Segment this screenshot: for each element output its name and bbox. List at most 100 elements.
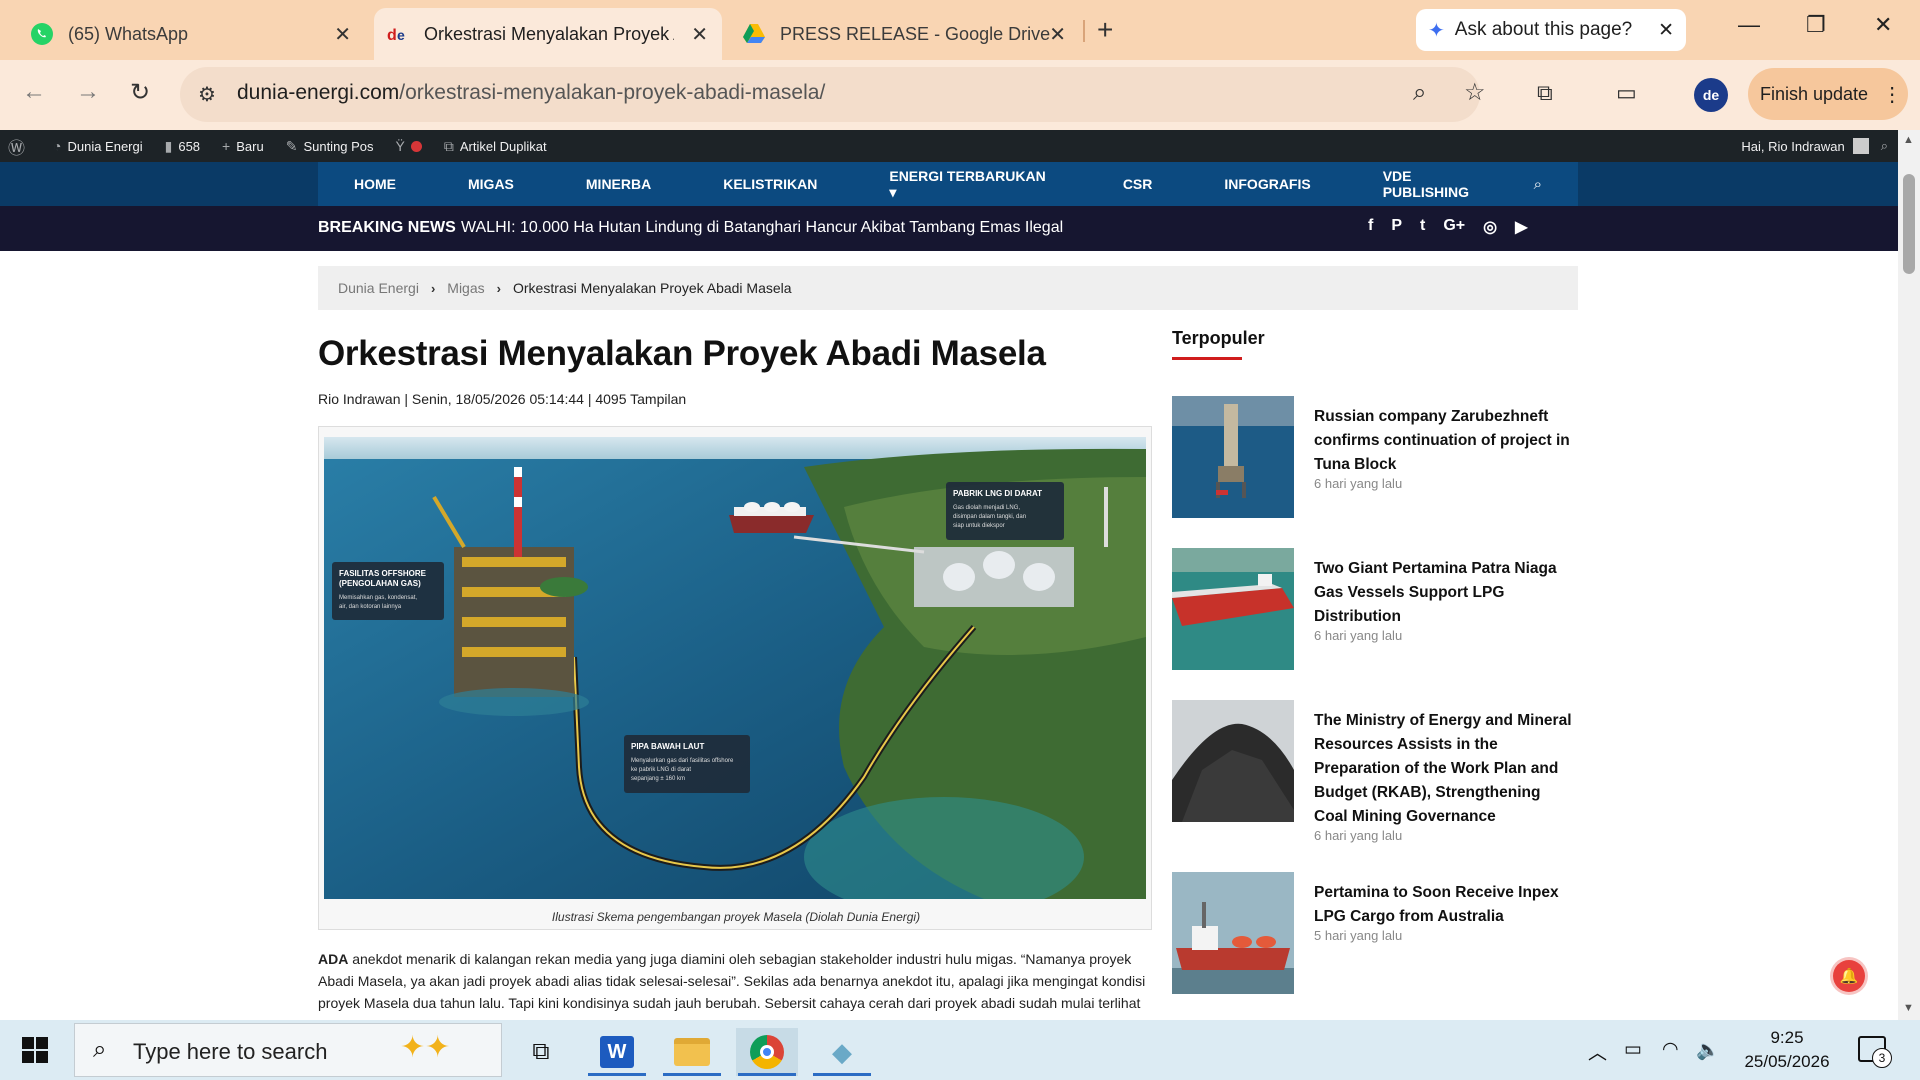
- wp-seo-link[interactable]: Ÿ: [396, 138, 422, 154]
- chevron-right-icon: ›: [496, 280, 501, 296]
- bookmark-star-icon[interactable]: ☆: [1464, 78, 1486, 107]
- notification-count: 3: [1872, 1048, 1892, 1068]
- notification-bell-icon[interactable]: 🔔: [1833, 960, 1865, 992]
- restore-button[interactable]: ❐: [1806, 12, 1826, 38]
- taskbar-app[interactable]: ◆: [811, 1028, 873, 1076]
- extensions-icon[interactable]: ⧉: [1537, 80, 1553, 106]
- lng-label-title: PABRIK LNG DI DARAT: [953, 489, 1042, 498]
- wp-site-link[interactable]: ◔ Dunia Energi: [53, 138, 143, 154]
- article-paragraph: anekdot menarik di kalangan rekan media …: [318, 951, 1146, 1011]
- page-scrollbar[interactable]: ▲ ▼: [1898, 130, 1920, 1020]
- close-tab-icon[interactable]: ✕: [691, 22, 708, 47]
- wifi-icon[interactable]: ◠: [1662, 1038, 1679, 1061]
- nav-energi-terbarukan[interactable]: ENERGI TERBARUKAN ▾: [853, 168, 1086, 201]
- minimize-button[interactable]: —: [1738, 12, 1760, 38]
- nav-minerba[interactable]: MINERBA: [550, 176, 687, 192]
- breadcrumb-home[interactable]: Dunia Energi: [338, 280, 419, 296]
- instagram-icon[interactable]: ◎: [1483, 217, 1497, 237]
- action-center-button[interactable]: 3: [1858, 1036, 1892, 1068]
- thumbnail-lpg-ship[interactable]: [1172, 872, 1294, 994]
- finish-update-button[interactable]: Finish update ⋮: [1748, 68, 1908, 120]
- thumbnail-coal[interactable]: [1172, 700, 1294, 822]
- scroll-down-icon[interactable]: ▼: [1903, 1002, 1914, 1014]
- facebook-icon[interactable]: f: [1368, 217, 1373, 237]
- profile-avatar[interactable]: de: [1694, 78, 1728, 112]
- nav-home[interactable]: HOME: [318, 176, 432, 192]
- wp-search-icon[interactable]: ⌕: [1881, 138, 1888, 154]
- windows-taskbar: ⌕ Type here to search ✦✦ ⧉ W ◆ ︿ ▭ ◠ 🔈 9…: [0, 1020, 1920, 1080]
- search-icon: ⌕: [93, 1036, 107, 1063]
- web-page: Ⓦ ◔ Dunia Energi ▮ 658 + Baru ✎ Sunting Pos …: [0, 130, 1898, 1020]
- tab-article[interactable]: de Orkestrasi Menyalakan Proyek A ✕: [374, 8, 722, 60]
- nav-kelistrikan[interactable]: KELISTRIKAN: [687, 176, 853, 192]
- title-underline: [1172, 357, 1242, 360]
- popular-item-title[interactable]: Pertamina to Soon Receive Inpex LPG Carg…: [1314, 881, 1578, 929]
- wp-new-label: Baru: [236, 138, 264, 154]
- popular-item-title[interactable]: Two Giant Pertamina Patra Niaga Gas Vess…: [1314, 557, 1578, 629]
- nav-csr[interactable]: CSR: [1087, 176, 1189, 192]
- tab-whatsapp[interactable]: (65) WhatsApp ✕: [10, 8, 365, 60]
- wp-comments-link[interactable]: ▮ 658: [165, 138, 200, 155]
- article: Orkestrasi Menyalakan Proyek Abadi Masel…: [318, 326, 1152, 1011]
- system-clock[interactable]: 9:25 25/05/2026: [1732, 1026, 1842, 1074]
- zoom-icon[interactable]: ⌕: [1413, 79, 1426, 107]
- nav-infografis[interactable]: INFOGRAFIS: [1188, 176, 1346, 192]
- dunia-energi-favicon: de: [386, 22, 410, 46]
- back-button[interactable]: ←: [22, 78, 46, 106]
- close-tab-icon[interactable]: ✕: [1049, 22, 1066, 47]
- thumbnail-gas-vessel[interactable]: [1172, 548, 1294, 670]
- close-window-button[interactable]: ✕: [1874, 12, 1892, 38]
- forward-button[interactable]: →: [76, 78, 100, 106]
- reading-mode-icon[interactable]: ▭: [1616, 80, 1637, 106]
- volume-icon[interactable]: 🔈: [1696, 1038, 1720, 1062]
- nav-migas[interactable]: MIGAS: [432, 176, 550, 192]
- wp-logo-icon[interactable]: Ⓦ: [8, 134, 31, 159]
- ask-about-page-button[interactable]: ✦ Ask about this page? ✕: [1416, 9, 1686, 51]
- taskbar-search-box[interactable]: ⌕ Type here to search ✦✦: [74, 1023, 502, 1077]
- tab-google-drive[interactable]: PRESS RELEASE - Google Drive ✕: [730, 8, 1080, 60]
- user-avatar[interactable]: [1852, 138, 1869, 154]
- pinterest-icon[interactable]: P: [1391, 217, 1402, 237]
- popular-item-title[interactable]: The Ministry of Energy and Mineral Resou…: [1314, 709, 1578, 829]
- site-info-icon[interactable]: ⚙: [198, 82, 216, 107]
- popular-item-title[interactable]: Russian company Zarubezhneft confirms co…: [1314, 405, 1578, 477]
- social-links: f P t G+ ◎ ▶: [1368, 217, 1527, 237]
- nav-vde-publishing[interactable]: VDE PUBLISHING: [1347, 168, 1534, 200]
- svg-text:FASILITAS OFFSHORE: FASILITAS OFFSHORE: [339, 569, 427, 578]
- google-plus-icon[interactable]: G+: [1443, 217, 1465, 237]
- breadcrumb-category[interactable]: Migas: [447, 280, 484, 296]
- new-tab-button[interactable]: +: [1097, 14, 1113, 46]
- svg-text:e: e: [397, 27, 405, 43]
- taskbar-file-explorer[interactable]: [661, 1028, 723, 1076]
- wp-admin-bar: Ⓦ ◔ Dunia Energi ▮ 658 + Baru ✎ Sunting Pos …: [0, 130, 1898, 162]
- close-icon[interactable]: ✕: [1658, 19, 1674, 42]
- scrollbar-thumb[interactable]: [1903, 174, 1915, 274]
- url-text[interactable]: dunia-energi.com/orkestrasi-menyalakan-p…: [237, 81, 825, 105]
- youtube-icon[interactable]: ▶: [1515, 217, 1527, 237]
- url-domain: dunia-energi.com: [237, 81, 400, 104]
- wp-duplicate-link[interactable]: ⧉ Artikel Duplikat: [444, 138, 547, 155]
- taskbar-chrome[interactable]: [736, 1028, 798, 1076]
- reload-button[interactable]: ↻: [130, 78, 150, 107]
- article-body: ADA anekdot menarik di kalangan rekan me…: [318, 948, 1152, 1014]
- scroll-up-icon[interactable]: ▲: [1903, 134, 1914, 146]
- comment-icon: ▮: [164, 137, 173, 154]
- breaking-news-headline[interactable]: WALHI: 10.000 Ha Hutan Lindung di Batang…: [461, 219, 1063, 237]
- svg-text:Menyalurkan gas dari fasilitas: Menyalurkan gas dari fasilitas offshore: [631, 758, 734, 764]
- wp-new-link[interactable]: + Baru: [222, 138, 264, 154]
- battery-icon[interactable]: ▭: [1624, 1038, 1642, 1061]
- task-view-button[interactable]: ⧉: [510, 1028, 572, 1076]
- task-view-icon: ⧉: [532, 1038, 550, 1065]
- show-hidden-icons-icon[interactable]: ︿: [1588, 1038, 1607, 1065]
- thumbnail-oil-rig[interactable]: [1172, 396, 1294, 518]
- wp-greeting[interactable]: Hai, Rio Indrawan: [1741, 139, 1844, 154]
- close-tab-icon[interactable]: ✕: [334, 22, 351, 47]
- windows-start-button[interactable]: [22, 1037, 48, 1063]
- address-bar[interactable]: ⚙ dunia-energi.com/orkestrasi-menyalakan…: [180, 67, 1486, 122]
- article-meta: Rio Indrawan | Senin, 18/05/2026 05:14:4…: [318, 391, 687, 407]
- twitter-icon[interactable]: t: [1420, 217, 1425, 237]
- search-icon[interactable]: ⌕: [1534, 176, 1542, 193]
- breaking-news-label: BREAKING NEWS: [318, 219, 456, 236]
- taskbar-word[interactable]: W: [586, 1028, 648, 1076]
- wp-edit-link[interactable]: ✎ Sunting Pos: [286, 138, 374, 155]
